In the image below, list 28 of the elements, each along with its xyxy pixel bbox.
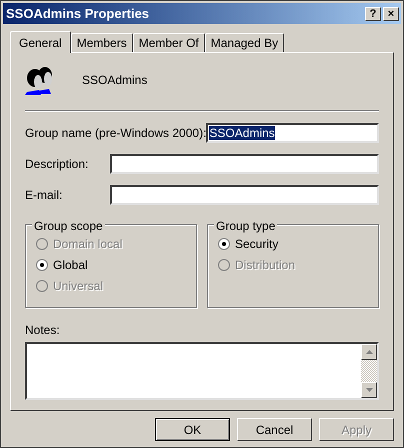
field-label: Description: <box>25 156 88 173</box>
close-button[interactable]: × <box>383 6 399 20</box>
group-name: SSOAdmins <box>82 72 148 89</box>
tab[interactable]: Managed By <box>204 33 284 52</box>
scroll-up-icon[interactable] <box>361 344 377 360</box>
radio-label: Security <box>235 236 278 253</box>
window-title: SSOAdmins Properties <box>6 4 150 23</box>
notes-field[interactable] <box>25 342 379 400</box>
tab[interactable]: General <box>10 31 71 53</box>
scroll-down-icon[interactable] <box>361 382 377 398</box>
field-label: Group name (pre-Windows 2000): <box>25 125 206 142</box>
notes-label: Notes: <box>25 322 61 339</box>
scrollbar[interactable] <box>361 344 377 398</box>
dialog-button[interactable]: Cancel <box>237 418 312 441</box>
radio-button[interactable] <box>218 238 230 250</box>
tab[interactable]: Member Of <box>132 33 205 52</box>
help-button[interactable]: ? <box>365 6 381 20</box>
dialog-button[interactable]: OK <box>155 418 230 441</box>
input-field[interactable] <box>110 154 379 174</box>
radio-label: Universal <box>53 278 104 295</box>
radio-label: Global <box>53 257 88 274</box>
tab[interactable]: Members <box>70 33 133 52</box>
field-label: E-mail: <box>25 187 62 204</box>
radio-button[interactable] <box>36 259 48 271</box>
input-field[interactable]: SSOAdmins <box>206 123 379 143</box>
input-field[interactable] <box>110 185 379 205</box>
radio-label: Domain local <box>53 236 122 253</box>
radio-label: Distribution <box>235 257 296 274</box>
